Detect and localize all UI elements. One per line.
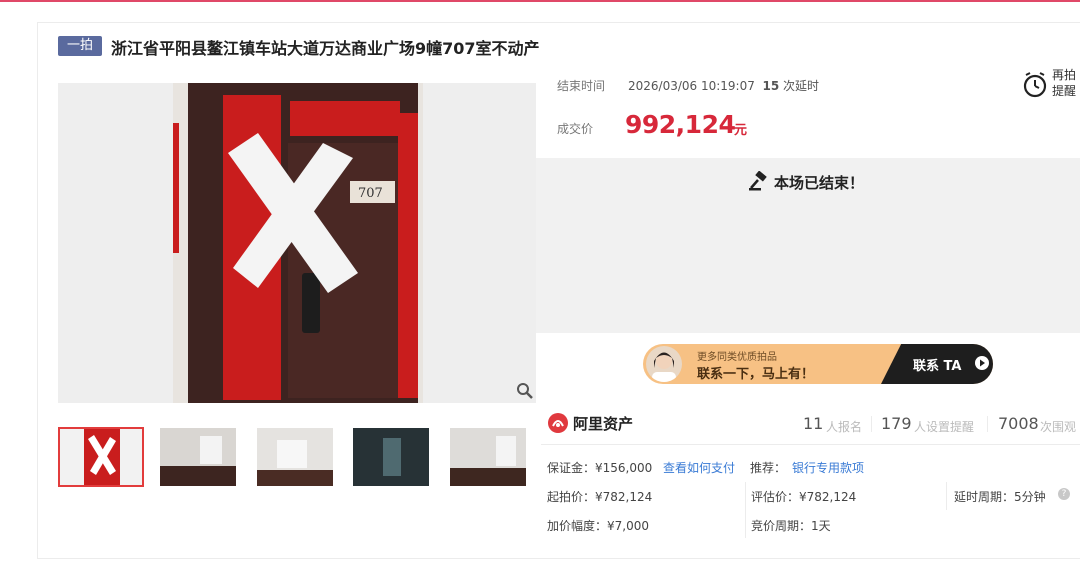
extension-label: 次延时: [783, 79, 820, 93]
bid-increment: 加价幅度：¥7,000: [547, 519, 649, 533]
start-price: 起拍价：¥782,124: [547, 490, 653, 504]
thumbnail-2[interactable]: [160, 428, 236, 486]
platform-name: 阿里资产: [573, 415, 634, 433]
auction-round-tag: 一拍: [58, 36, 102, 56]
banner-line-2: 联系一下，马上有！: [697, 367, 815, 382]
end-time-value: 2026/03/06 10:19:07: [628, 79, 755, 93]
door-photo: 707: [58, 83, 536, 403]
remind-label-2: 提醒: [1052, 84, 1077, 98]
thumbnail-3[interactable]: [257, 428, 333, 486]
stat-reminders-label: 人设置提醒: [914, 420, 975, 434]
appraisal-price: 评估价：¥782,124: [751, 490, 857, 504]
top-accent-bar: [0, 0, 1080, 2]
ali-assets-logo-icon: [548, 413, 568, 433]
bid-period: 竞价周期：1天: [751, 519, 831, 533]
deal-price: 992,124: [625, 110, 736, 139]
arrow-right-icon: [975, 356, 989, 370]
remind-label-1: 再拍: [1052, 68, 1077, 82]
thumbnail-5[interactable]: [450, 428, 526, 486]
deal-price-label: 成交价: [557, 122, 594, 136]
alarm-clock-icon: [1023, 72, 1047, 98]
main-property-image[interactable]: 707: [58, 83, 536, 403]
door-number: 707: [358, 186, 383, 201]
stat-signups-label: 人报名: [826, 420, 863, 434]
stat-divider: [871, 416, 872, 432]
how-to-pay-link[interactable]: 查看如何支付: [663, 459, 735, 476]
column-divider: [946, 482, 947, 510]
recommend-label: 推荐：: [750, 461, 787, 475]
stat-divider: [987, 416, 988, 432]
extension-count: 15: [762, 79, 780, 93]
stat-views-label: 次围观: [1040, 420, 1077, 434]
auction-ended-message: 本场已结束！: [774, 174, 865, 192]
contact-ta-button[interactable]: 联系 TA: [913, 355, 961, 374]
avatar: [646, 346, 682, 382]
column-divider: [745, 482, 746, 538]
zoom-icon[interactable]: [516, 382, 534, 400]
banner-line-1: 更多同类优质拍品: [697, 352, 777, 363]
gavel-icon: [749, 171, 767, 191]
page-title: 浙江省平阳县鳌江镇车站大道万达商业广场9幢707室不动产: [111, 39, 540, 58]
thumbnail-4[interactable]: [353, 428, 429, 486]
stat-signups-num: 11: [803, 414, 824, 433]
deposit-info: 保证金：¥156,000: [547, 461, 653, 475]
end-time-label: 结束时间: [557, 79, 606, 93]
currency-unit: 元: [734, 123, 748, 138]
contact-banner[interactable]: 更多同类优质拍品 联系一下，马上有！ 联系 TA: [643, 344, 993, 384]
thumbnail-1[interactable]: [58, 427, 144, 487]
delay-period: 延时周期：5分钟: [954, 490, 1046, 504]
section-divider: [541, 444, 1080, 445]
end-time-row: 2026/03/06 10:19:07 15 次延时: [628, 77, 819, 94]
recommend-link[interactable]: 银行专用款项: [792, 459, 864, 476]
help-icon[interactable]: ?: [1058, 488, 1070, 500]
stat-reminders-num: 179: [881, 414, 912, 433]
rebid-remind-text[interactable]: 再拍 提醒: [1052, 67, 1076, 99]
stat-views-num: 7008: [998, 414, 1039, 433]
